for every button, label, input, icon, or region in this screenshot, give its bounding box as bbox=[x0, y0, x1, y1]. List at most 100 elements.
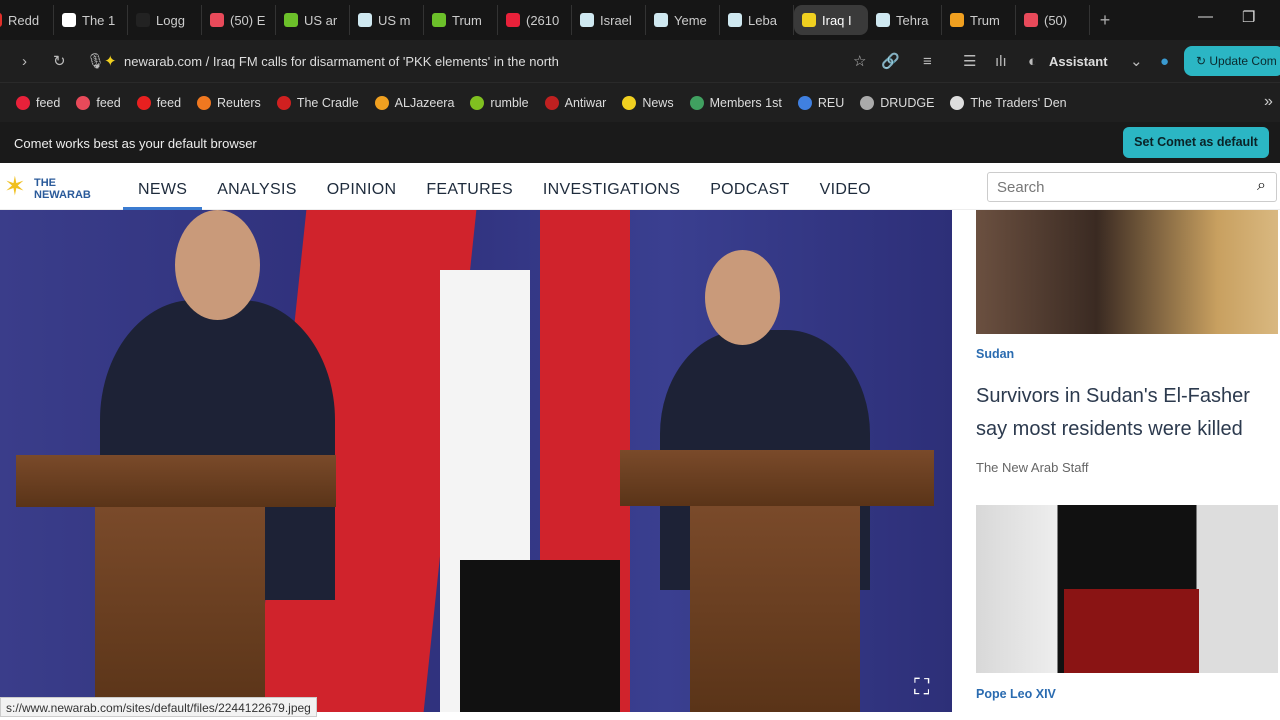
bookmark-label: REU bbox=[817, 95, 845, 110]
tab-favicon bbox=[876, 13, 890, 27]
set-default-button[interactable]: Set Comet as default bbox=[1123, 127, 1269, 158]
bookmark-label: News bbox=[642, 95, 674, 110]
bookmark-favicon bbox=[622, 95, 637, 110]
tab-title: Leba bbox=[748, 12, 777, 28]
tab-favicon bbox=[1024, 13, 1038, 27]
tab-title: Redd bbox=[8, 12, 40, 28]
browser-tab[interactable]: (2610 bbox=[498, 5, 572, 35]
bookmark-item[interactable]: Reuters bbox=[197, 95, 261, 110]
chevron-down-icon[interactable]: ⌄ bbox=[1130, 52, 1143, 70]
browser-tab[interactable]: Yeme bbox=[646, 5, 720, 35]
bookmark-label: rumble bbox=[490, 95, 529, 110]
assistant-button[interactable]: Assistant bbox=[1049, 54, 1108, 69]
sidebar: Sudan Survivors in Sudan's El-Fasher say… bbox=[952, 210, 1280, 720]
tab-favicon bbox=[284, 13, 298, 27]
bookmark-label: feed bbox=[156, 95, 182, 110]
bookmark-item[interactable]: ALJazeera bbox=[374, 95, 454, 110]
tab-title: US m bbox=[378, 12, 411, 28]
extension-icon[interactable]: ≡ bbox=[923, 53, 932, 70]
nav-investigations[interactable]: INVESTIGATIONS bbox=[528, 163, 695, 210]
story-tag[interactable]: Sudan bbox=[976, 347, 1014, 361]
tab-title: (50) bbox=[1044, 12, 1068, 28]
bookmark-item[interactable]: feed bbox=[76, 95, 121, 110]
story-image-sudan[interactable] bbox=[976, 210, 1278, 334]
minimize-button[interactable]: — bbox=[1198, 8, 1213, 25]
nav-video[interactable]: VIDEO bbox=[805, 163, 886, 210]
browser-tab[interactable]: (50) bbox=[1016, 5, 1090, 35]
tab-favicon bbox=[0, 13, 2, 27]
url-field[interactable]: newarab.com / Iraq FM calls for disarmam… bbox=[124, 54, 559, 69]
bookmark-item[interactable]: feed bbox=[136, 95, 182, 110]
bookmark-item[interactable]: News bbox=[622, 95, 674, 110]
bookmarks-overflow-icon[interactable]: » bbox=[1264, 93, 1273, 111]
bookmark-favicon bbox=[860, 95, 875, 110]
bookmark-item[interactable]: The Cradle bbox=[276, 95, 359, 110]
tab-title: Iraq I bbox=[822, 12, 852, 28]
browser-tab[interactable]: Leba bbox=[720, 5, 794, 35]
browser-tab[interactable]: Logg bbox=[128, 5, 202, 35]
nav-podcast[interactable]: PODCAST bbox=[695, 163, 804, 210]
bookmark-item[interactable]: REU bbox=[797, 95, 845, 110]
expand-icon[interactable]: ⛶ bbox=[914, 674, 929, 700]
bookmark-label: feed bbox=[36, 95, 61, 110]
tab-title: Logg bbox=[156, 12, 185, 28]
story-byline: The New Arab Staff bbox=[976, 460, 1089, 475]
tab-title: Tehra bbox=[896, 12, 929, 28]
tab-title: US ar bbox=[304, 12, 338, 28]
nav-analysis[interactable]: ANALYSIS bbox=[202, 163, 311, 210]
microphone-icon[interactable]: 🎙 bbox=[86, 52, 105, 70]
new-tab-button[interactable]: + bbox=[1090, 10, 1120, 31]
browser-tab[interactable]: US ar bbox=[276, 5, 350, 35]
menu-icon[interactable]: ☰ bbox=[963, 52, 976, 70]
story-headline[interactable]: Survivors in Sudan's El-Fasher say most … bbox=[976, 380, 1266, 446]
update-button[interactable]: ↻ Update Com bbox=[1184, 46, 1280, 76]
link-icon[interactable]: 🔗 bbox=[881, 52, 900, 70]
tab-title: Yeme bbox=[674, 12, 707, 28]
browser-tab[interactable]: The 1 bbox=[54, 5, 128, 35]
browser-tab[interactable]: Trum bbox=[424, 5, 498, 35]
bookmark-label: Members 1st bbox=[709, 95, 782, 110]
nav-opinion[interactable]: OPINION bbox=[312, 163, 412, 210]
browser-tab[interactable]: (50) E bbox=[202, 5, 276, 35]
bookmark-item[interactable]: The Traders' Den bbox=[950, 95, 1067, 110]
nav-features[interactable]: FEATURES bbox=[411, 163, 528, 210]
tab-favicon bbox=[950, 13, 964, 27]
site-favicon: ✦ bbox=[104, 53, 117, 70]
search-icon[interactable]: ⌕ bbox=[1257, 177, 1266, 195]
bookmark-favicon bbox=[470, 95, 485, 110]
tab-title: The 1 bbox=[82, 12, 116, 28]
bookmark-item[interactable]: rumble bbox=[470, 95, 529, 110]
story-tag[interactable]: Pope Leo XIV bbox=[976, 687, 1056, 701]
reload-icon[interactable]: ↻ bbox=[53, 52, 66, 70]
tab-favicon bbox=[728, 13, 742, 27]
tab-favicon bbox=[210, 13, 224, 27]
bookmark-item[interactable]: Antiwar bbox=[544, 95, 606, 110]
forward-icon[interactable]: › bbox=[22, 53, 27, 70]
tab-favicon bbox=[580, 13, 594, 27]
browser-tab[interactable]: Tehra bbox=[868, 5, 942, 35]
browser-tab[interactable]: Israel bbox=[572, 5, 646, 35]
story-image-pope[interactable] bbox=[976, 505, 1278, 673]
browser-tab[interactable]: Redd bbox=[0, 5, 54, 35]
bookmark-favicon bbox=[950, 95, 965, 110]
bookmark-star-icon[interactable]: ☆ bbox=[853, 52, 866, 70]
browser-tab[interactable]: Iraq I bbox=[794, 5, 868, 35]
bookmark-item[interactable]: feed bbox=[16, 95, 61, 110]
search-input[interactable]: Search ⌕ bbox=[987, 172, 1277, 202]
bookmark-label: DRUDGE bbox=[880, 95, 935, 110]
audio-icon[interactable]: ılı bbox=[995, 53, 1007, 70]
nav-news[interactable]: NEWS bbox=[123, 163, 203, 210]
browser-tab[interactable]: Trum bbox=[942, 5, 1016, 35]
profile-icon[interactable]: ● bbox=[1160, 53, 1169, 70]
restore-button[interactable]: ❐ bbox=[1242, 8, 1255, 26]
bookmark-item[interactable]: Members 1st bbox=[689, 95, 782, 110]
tab-favicon bbox=[136, 13, 150, 27]
bookmark-label: The Cradle bbox=[296, 95, 359, 110]
bookmark-label: The Traders' Den bbox=[970, 95, 1067, 110]
bookmark-favicon bbox=[197, 95, 212, 110]
bookmark-label: feed bbox=[96, 95, 121, 110]
browser-tab[interactable]: US m bbox=[350, 5, 424, 35]
bookmark-item[interactable]: DRUDGE bbox=[860, 95, 935, 110]
logo-star-icon: ✶ bbox=[4, 171, 26, 201]
site-logo[interactable]: ✶ THE NEWARAB bbox=[4, 171, 96, 205]
